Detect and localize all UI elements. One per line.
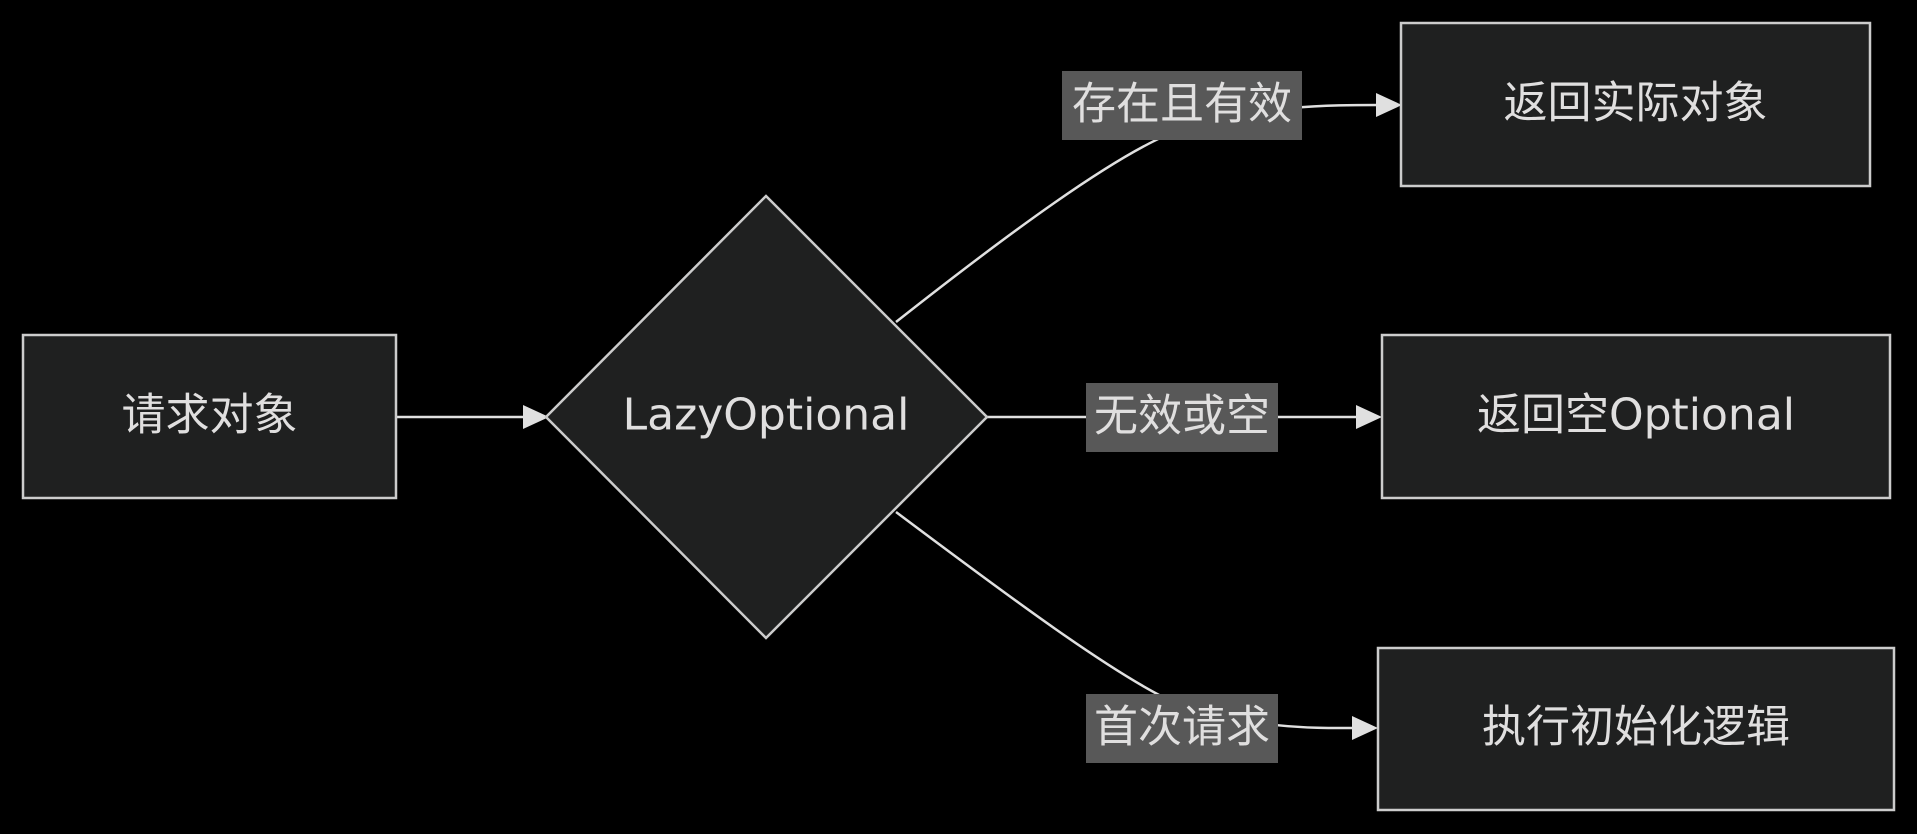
node-decision: LazyOptional	[544, 194, 989, 640]
node-return-empty-label: 返回空Optional	[1477, 390, 1795, 441]
node-return-actual-label: 返回实际对象	[1504, 78, 1768, 129]
edge-label-invalid-text: 无效或空	[1094, 391, 1270, 442]
flowchart: 请求对象 LazyOptional 返回实际对象 返回空Optional 执行初…	[21, 21, 1896, 812]
node-run-init: 执行初始化逻辑	[1376, 646, 1896, 812]
edge-label-first-text: 首次请求	[1094, 702, 1270, 753]
edge-label-valid-text: 存在且有效	[1072, 79, 1292, 130]
arrowhead-empty	[1356, 405, 1382, 429]
edge-label-first: 首次请求	[1086, 694, 1278, 763]
node-request-label: 请求对象	[122, 390, 298, 441]
node-decision-label: LazyOptional	[623, 390, 910, 441]
arrowhead-init	[1352, 716, 1378, 740]
arrowhead-actual	[1376, 93, 1402, 117]
edge-label-invalid: 无效或空	[1086, 383, 1278, 452]
node-return-empty: 返回空Optional	[1380, 333, 1892, 500]
node-run-init-label: 执行初始化逻辑	[1482, 702, 1790, 753]
node-return-actual: 返回实际对象	[1399, 21, 1872, 188]
node-request: 请求对象	[21, 333, 398, 500]
edge-label-valid: 存在且有效	[1062, 71, 1302, 140]
